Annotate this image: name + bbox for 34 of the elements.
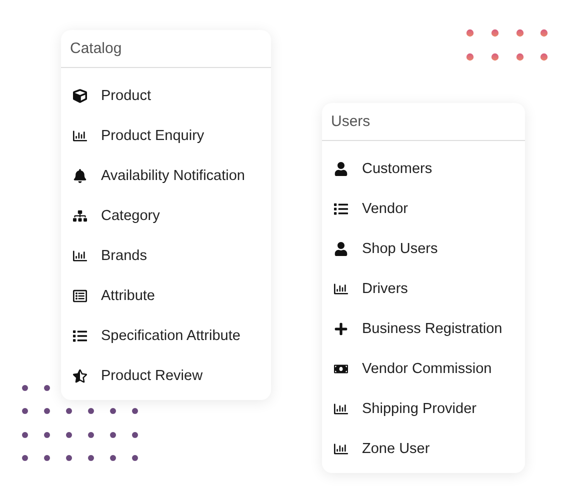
menu-item[interactable]: Shipping Provider (362, 401, 476, 417)
plus-icon (332, 322, 350, 336)
list-icon (71, 329, 89, 343)
list-card-icon (71, 289, 89, 303)
banknote-icon (332, 362, 350, 376)
menu-item[interactable]: Vendor (362, 201, 408, 217)
menu-item[interactable]: Product (101, 88, 151, 104)
bar-chart-icon (71, 129, 89, 143)
bar-chart-icon (332, 282, 350, 296)
half-star-icon (71, 369, 89, 383)
user-icon (332, 162, 350, 176)
bar-chart-icon (332, 402, 350, 416)
menu-item[interactable]: Category (101, 208, 160, 224)
menu-item[interactable]: Drivers (362, 281, 408, 297)
menu-item[interactable]: Attribute (101, 288, 155, 304)
bar-chart-icon (71, 249, 89, 263)
menu-item[interactable]: Vendor Commission (362, 361, 492, 377)
menu-item[interactable]: Product Enquiry (101, 128, 204, 144)
list-icon (332, 202, 350, 216)
bell-icon (71, 169, 89, 183)
menu-item[interactable]: Customers (362, 161, 432, 177)
menu-item[interactable]: Specification Attribute (101, 328, 240, 344)
menu-item[interactable]: Business Registration (362, 321, 502, 337)
menu-item[interactable]: Availability Notification (101, 168, 245, 184)
menu-item[interactable]: Brands (101, 248, 147, 264)
menu-item[interactable]: Shop Users (362, 241, 438, 257)
card-title: Users (322, 103, 525, 141)
cube-icon (71, 89, 89, 103)
menu-item[interactable]: Zone User (362, 441, 430, 457)
card-title: Catalog (61, 30, 271, 68)
menu-item[interactable]: Product Review (101, 368, 203, 384)
bar-chart-icon (332, 442, 350, 456)
sitemap-icon (71, 209, 89, 223)
user-icon (332, 242, 350, 256)
